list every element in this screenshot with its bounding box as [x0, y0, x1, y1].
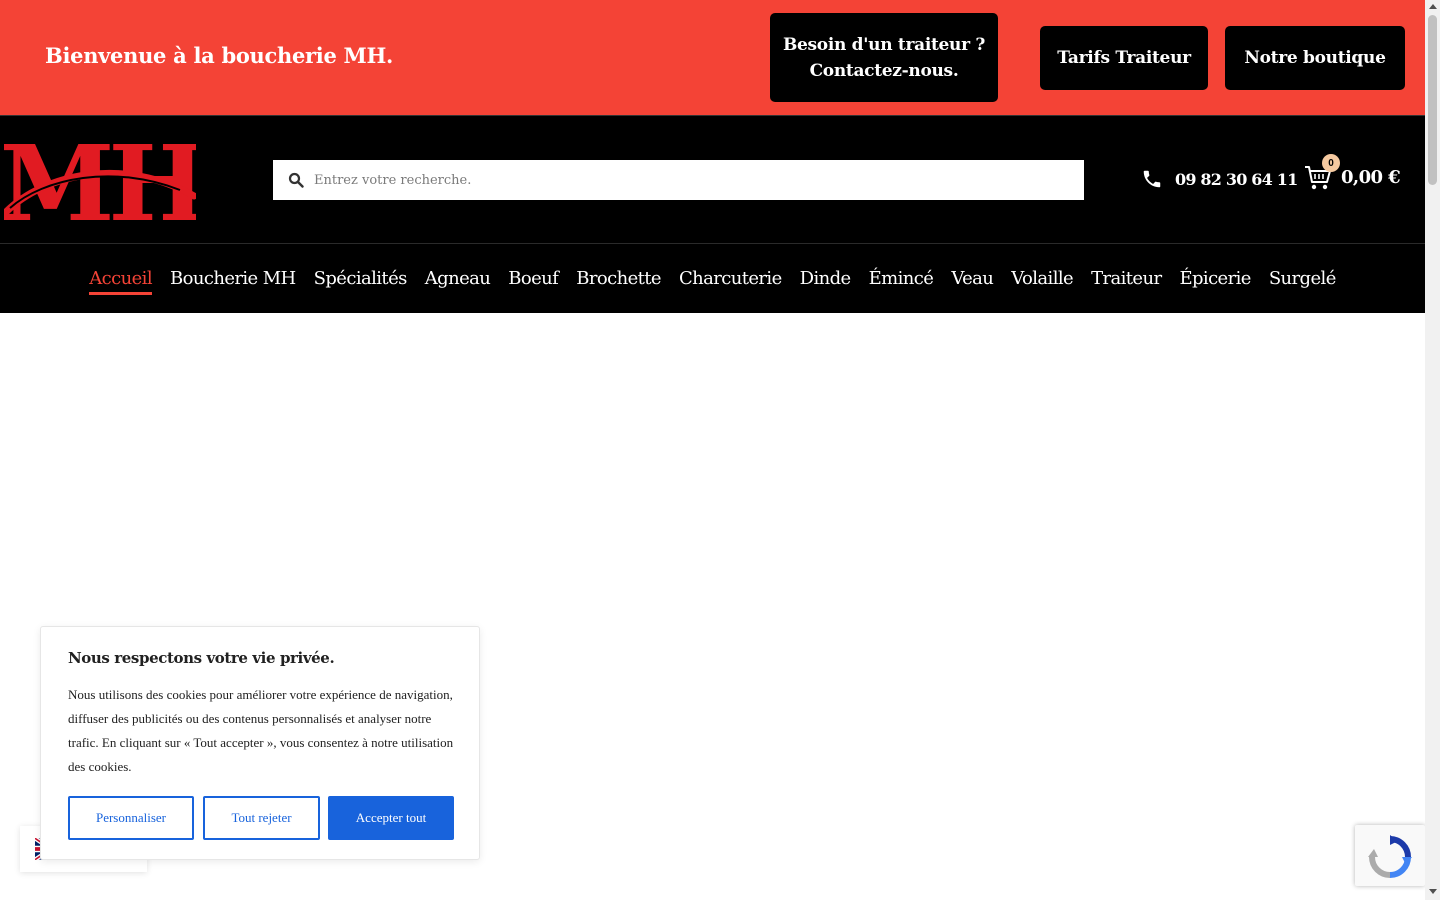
- nav-item-traiteur[interactable]: Traiteur: [1091, 268, 1162, 295]
- nav-item-surgele[interactable]: Surgelé: [1269, 268, 1337, 295]
- recaptcha-icon: [1368, 835, 1412, 878]
- notre-boutique-button[interactable]: Notre boutique: [1225, 26, 1405, 90]
- nav-item-volaille[interactable]: Volaille: [1011, 268, 1073, 295]
- page-scrollbar[interactable]: [1425, 0, 1440, 900]
- scroll-up-arrow-icon[interactable]: [1429, 4, 1437, 9]
- recaptcha-badge[interactable]: [1355, 825, 1425, 886]
- cart-link[interactable]: 0 0,00 €: [1303, 154, 1401, 192]
- phone-icon: [1143, 170, 1161, 188]
- cart-count-badge: 0: [1322, 154, 1340, 172]
- site-header: MH 09 82 30 64 11: [0, 115, 1425, 245]
- nav-item-agneau[interactable]: Agneau: [425, 268, 491, 295]
- nav-item-emince[interactable]: Émincé: [869, 268, 934, 295]
- welcome-text: Bienvenue à la boucherie MH.: [45, 43, 394, 68]
- scroll-down-arrow-icon[interactable]: [1429, 889, 1437, 894]
- search-icon[interactable]: [288, 172, 304, 188]
- cookie-customize-button[interactable]: Personnaliser: [68, 796, 194, 840]
- cookie-accept-all-button[interactable]: Accepter tout: [328, 796, 454, 840]
- cookie-consent-banner: Nous respectons votre vie privée. Nous u…: [40, 626, 480, 860]
- phone-link[interactable]: 09 82 30 64 11: [1141, 168, 1298, 190]
- contact-traiteur-button[interactable]: Besoin d'un traiteur ? Contactez-nous.: [770, 13, 998, 102]
- search-input[interactable]: [314, 161, 1074, 199]
- nav-item-dinde[interactable]: Dinde: [800, 268, 852, 295]
- site-logo[interactable]: MH: [0, 122, 208, 245]
- top-bar: Bienvenue à la boucherie MH. Besoin d'un…: [0, 0, 1425, 115]
- cart-total: 0,00 €: [1341, 166, 1401, 188]
- search-bar: [273, 160, 1084, 200]
- page: Bienvenue à la boucherie MH. Besoin d'un…: [0, 0, 1440, 900]
- nav-item-accueil[interactable]: Accueil: [89, 268, 153, 295]
- cookie-reject-all-button[interactable]: Tout rejeter: [203, 796, 320, 840]
- contact-traiteur-line1: Besoin d'un traiteur ?: [782, 34, 986, 55]
- contact-traiteur-line2: Contactez-nous.: [809, 60, 959, 81]
- nav-item-charcuterie[interactable]: Charcuterie: [679, 268, 782, 295]
- cookie-title: Nous respectons votre vie privée.: [68, 649, 335, 667]
- tarifs-traiteur-button[interactable]: Tarifs Traiteur: [1040, 26, 1208, 90]
- nav-item-boeuf[interactable]: Boeuf: [508, 268, 559, 295]
- nav-item-veau[interactable]: Veau: [951, 268, 994, 295]
- nav-item-epicerie[interactable]: Épicerie: [1179, 268, 1251, 295]
- nav-item-specialites[interactable]: Spécialités: [314, 268, 408, 295]
- scroll-thumb[interactable]: [1428, 15, 1437, 185]
- cookie-description: Nous utilisons des cookies pour améliore…: [68, 687, 454, 774]
- cart-icon: 0: [1303, 154, 1340, 192]
- nav-item-boucherie-mh[interactable]: Boucherie MH: [170, 268, 296, 295]
- nav-item-brochette[interactable]: Brochette: [576, 268, 661, 295]
- main-nav: Accueil Boucherie MH Spécialités Agneau …: [0, 243, 1425, 313]
- phone-number: 09 82 30 64 11: [1175, 169, 1298, 189]
